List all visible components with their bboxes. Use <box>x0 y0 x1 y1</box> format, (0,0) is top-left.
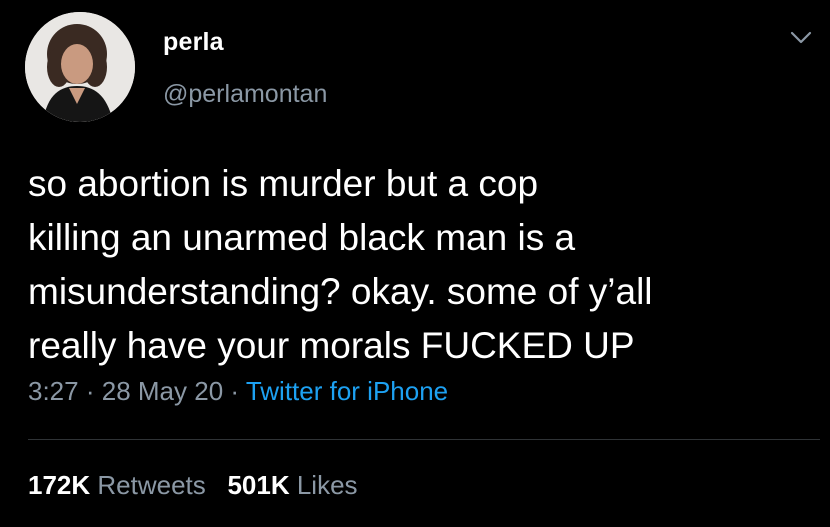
likes-label: Likes <box>296 470 358 500</box>
retweets-label: Retweets <box>97 470 206 500</box>
tweet-stats: 172K Retweets 501K Likes <box>28 470 358 501</box>
tweet-source-link[interactable]: Twitter for iPhone <box>246 376 448 406</box>
meta-separator: · <box>230 376 240 406</box>
tweet-meta: 3:27 · 28 May 20 · Twitter for iPhone <box>28 376 448 407</box>
likes-count: 501K <box>227 470 290 500</box>
tweet-text: so abortion is murder but a cop killing … <box>28 163 653 366</box>
likes-stat[interactable]: 501K Likes <box>227 470 357 500</box>
chevron-down-icon[interactable] <box>790 30 812 46</box>
display-name[interactable]: perla <box>163 28 224 57</box>
divider <box>28 439 820 440</box>
user-handle[interactable]: @perlamontan <box>163 80 327 109</box>
retweets-stat[interactable]: 172K Retweets <box>28 470 206 500</box>
tweet-card: perla @perlamontan so abortion is murder… <box>0 0 830 527</box>
retweets-count: 172K <box>28 470 91 500</box>
avatar[interactable] <box>25 12 135 122</box>
meta-separator: · <box>85 376 95 406</box>
avatar-photo <box>25 12 135 122</box>
tweet-date[interactable]: 28 May 20 <box>102 376 223 406</box>
tweet-time[interactable]: 3:27 <box>28 376 79 406</box>
